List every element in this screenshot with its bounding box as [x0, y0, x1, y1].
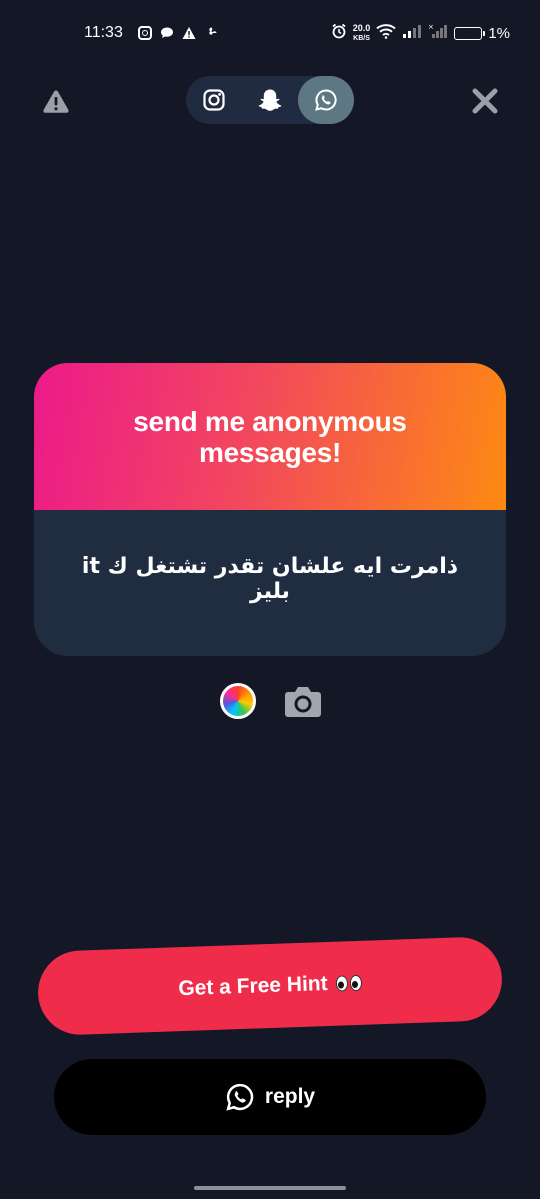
close-icon	[472, 88, 498, 114]
message-icon	[160, 26, 174, 40]
whatsapp-icon	[315, 89, 337, 111]
snapchat-icon	[258, 89, 282, 111]
net-speed: 20.0 KB/S	[352, 22, 371, 43]
close-button[interactable]	[470, 86, 500, 116]
net-speed-value: 20.0	[352, 22, 371, 33]
battery-percent: 1%	[488, 24, 510, 42]
signal-icon: ×	[428, 23, 448, 44]
warning-icon	[43, 90, 69, 113]
hint-button-label: Get a Free Hint	[177, 971, 329, 1001]
eyes-icon	[335, 974, 362, 992]
svg-text:×: ×	[428, 23, 434, 31]
home-indicator[interactable]	[194, 1186, 346, 1190]
reply-button[interactable]: reply	[54, 1059, 486, 1135]
share-whatsapp-button[interactable]	[298, 76, 354, 124]
card-header: send me anonymous messages!	[34, 363, 506, 510]
net-speed-unit: KB/S	[353, 34, 370, 42]
instagram-icon	[138, 26, 152, 40]
battery-icon	[454, 26, 486, 40]
whatsapp-icon	[226, 1083, 254, 1111]
wifi-icon	[376, 23, 396, 44]
get-free-hint-button[interactable]: Get a Free Hint	[36, 935, 504, 1037]
alarm-icon	[331, 23, 347, 44]
camera-icon	[285, 687, 321, 717]
share-instagram-button[interactable]	[186, 76, 242, 124]
card-title: send me anonymous messages!	[133, 405, 407, 468]
share-snapchat-button[interactable]	[242, 76, 298, 124]
status-bar: 11:33 20.0 KB/S × 1%	[0, 0, 540, 68]
report-button[interactable]	[42, 88, 70, 116]
share-platform-switch	[186, 76, 354, 124]
reply-button-label: reply	[264, 1085, 316, 1108]
signal-icon	[402, 23, 422, 44]
status-time: 11:33	[84, 24, 123, 41]
color-wheel-icon[interactable]	[220, 683, 256, 719]
fan-icon	[204, 26, 218, 40]
warning-icon	[182, 26, 196, 40]
instagram-icon	[203, 89, 225, 111]
message-text: ذامرت ايه علشان تقدر تشتغل ك it بليز	[81, 554, 459, 604]
camera-button[interactable]	[284, 684, 322, 720]
message-card: send me anonymous messages! ذامرت ايه عل…	[34, 363, 506, 656]
status-right-group: 20.0 KB/S × 1%	[331, 22, 510, 44]
card-body: ذامرت ايه علشان تقدر تشتغل ك it بليز	[34, 510, 506, 656]
